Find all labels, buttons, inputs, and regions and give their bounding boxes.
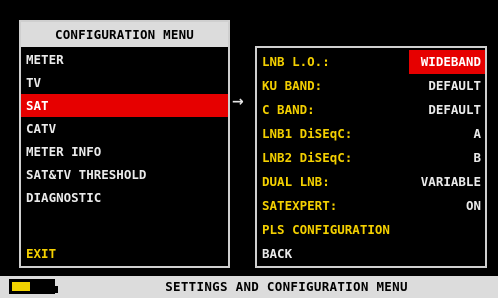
setting-value[interactable]: WIDEBAND [408,50,485,74]
setting-row-satexpert[interactable]: SATEXPERT: ON [257,194,485,218]
status-bar-text: SETTINGS AND CONFIGURATION MENU [165,279,408,294]
battery-icon [9,279,58,294]
setting-value[interactable]: ON [466,194,481,218]
battery-level [12,282,30,291]
setting-row-lnb1-diseqc[interactable]: LNB1 DiSEqC: A [257,122,485,146]
menu-item-tv[interactable]: TV [21,71,228,94]
menu-item-meter-info[interactable]: METER INFO [21,140,228,163]
menu-item-catv[interactable]: CATV [21,117,228,140]
menu-item-sat-tv-threshold[interactable]: SAT&TV THRESHOLD [21,163,228,186]
arrow-right-icon: → [232,94,244,110]
setting-value[interactable]: A [473,122,481,146]
setting-row-dual-lnb[interactable]: DUAL LNB: VARIABLE [257,170,485,194]
status-bar: SETTINGS AND CONFIGURATION MENU [0,276,498,298]
menu-item-diagnostic[interactable]: DIAGNOSTIC [21,186,228,209]
setting-row-ku-band[interactable]: KU BAND: DEFAULT [257,74,485,98]
configuration-menu: CONFIGURATION MENU METER TV SAT CATV MET… [19,20,230,268]
menu-item-sat[interactable]: SAT [21,94,228,117]
setting-row-c-band[interactable]: C BAND: DEFAULT [257,98,485,122]
setting-row-pls-configuration[interactable]: PLS CONFIGURATION [257,218,485,242]
sat-settings-list: LNB L.O.: WIDEBAND KU BAND: DEFAULT C BA… [257,50,485,266]
setting-value[interactable]: B [473,146,481,170]
back-label: BACK [262,246,293,261]
exit-button[interactable]: EXIT [26,244,56,264]
configuration-menu-list: METER TV SAT CATV METER INFO SAT&TV THRE… [21,48,228,209]
battery-cap [55,286,58,293]
setting-label: LNB L.O.: [262,54,330,69]
sat-settings-panel: LNB L.O.: WIDEBAND KU BAND: DEFAULT C BA… [255,46,487,268]
setting-row-lnb2-diseqc[interactable]: LNB2 DiSEqC: B [257,146,485,170]
setting-value[interactable]: VARIABLE [421,170,481,194]
configuration-menu-title: CONFIGURATION MENU [21,22,228,47]
setting-value[interactable]: DEFAULT [428,74,481,98]
device-screen: CONFIGURATION MENU METER TV SAT CATV MET… [0,0,498,298]
setting-value[interactable]: DEFAULT [428,98,481,122]
setting-row-lnb-lo[interactable]: LNB L.O.: WIDEBAND [257,50,485,74]
setting-label: SATEXPERT: [262,198,338,213]
setting-label: C BAND: [262,102,315,117]
setting-label: LNB1 DiSEqC: [262,126,353,141]
setting-label: LNB2 DiSEqC: [262,150,353,165]
back-button[interactable]: BACK [257,242,485,266]
menu-item-meter[interactable]: METER [21,48,228,71]
setting-label: PLS CONFIGURATION [262,222,390,237]
setting-label: DUAL LNB: [262,174,330,189]
setting-label: KU BAND: [262,78,323,93]
